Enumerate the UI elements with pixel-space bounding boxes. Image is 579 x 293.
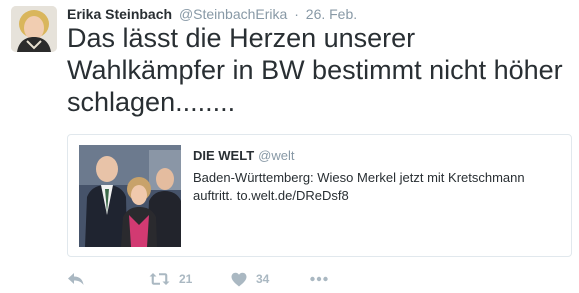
reply-icon (68, 273, 84, 285)
card-thumbnail (79, 145, 181, 247)
tweet-text: Das lässt die Herzen unserer Wahlkämpfer… (67, 23, 563, 117)
link-card[interactable]: DIE WELT @welt Baden-Württemberg: Wieso M… (67, 134, 572, 257)
card-thumbnail-image (79, 145, 181, 247)
card-link[interactable]: to.welt.de/DReDsf8 (237, 188, 349, 203)
retweet-icon (149, 273, 170, 285)
more-icon (310, 276, 328, 282)
avatar[interactable] (11, 6, 57, 52)
more-button[interactable] (310, 268, 328, 290)
card-text: Baden-Württemberg: Wieso Merkel jetzt mi… (193, 169, 563, 205)
retweet-button[interactable]: 21 (149, 268, 192, 290)
retweet-count: 21 (179, 272, 193, 286)
like-count: 34 (256, 272, 270, 286)
card-source-name[interactable]: DIE WELT (193, 148, 254, 163)
tweet-actions: 21 34 (67, 268, 367, 290)
header-separator: · (294, 6, 299, 22)
tweet-date[interactable]: 26. Feb. (306, 6, 357, 22)
author-handle[interactable]: @SteinbachErika (179, 6, 287, 22)
card-source: DIE WELT @welt (193, 147, 294, 164)
avatar-image (11, 6, 57, 52)
like-button[interactable]: 34 (231, 268, 269, 290)
heart-icon (231, 272, 247, 286)
reply-button[interactable] (67, 268, 85, 290)
card-source-handle[interactable]: @welt (258, 148, 294, 163)
tweet: Erika Steinbach @SteinbachErika · 26. Fe… (0, 0, 579, 293)
author-name[interactable]: Erika Steinbach (67, 6, 172, 22)
tweet-header: Erika Steinbach @SteinbachErika · 26. Fe… (67, 5, 357, 23)
